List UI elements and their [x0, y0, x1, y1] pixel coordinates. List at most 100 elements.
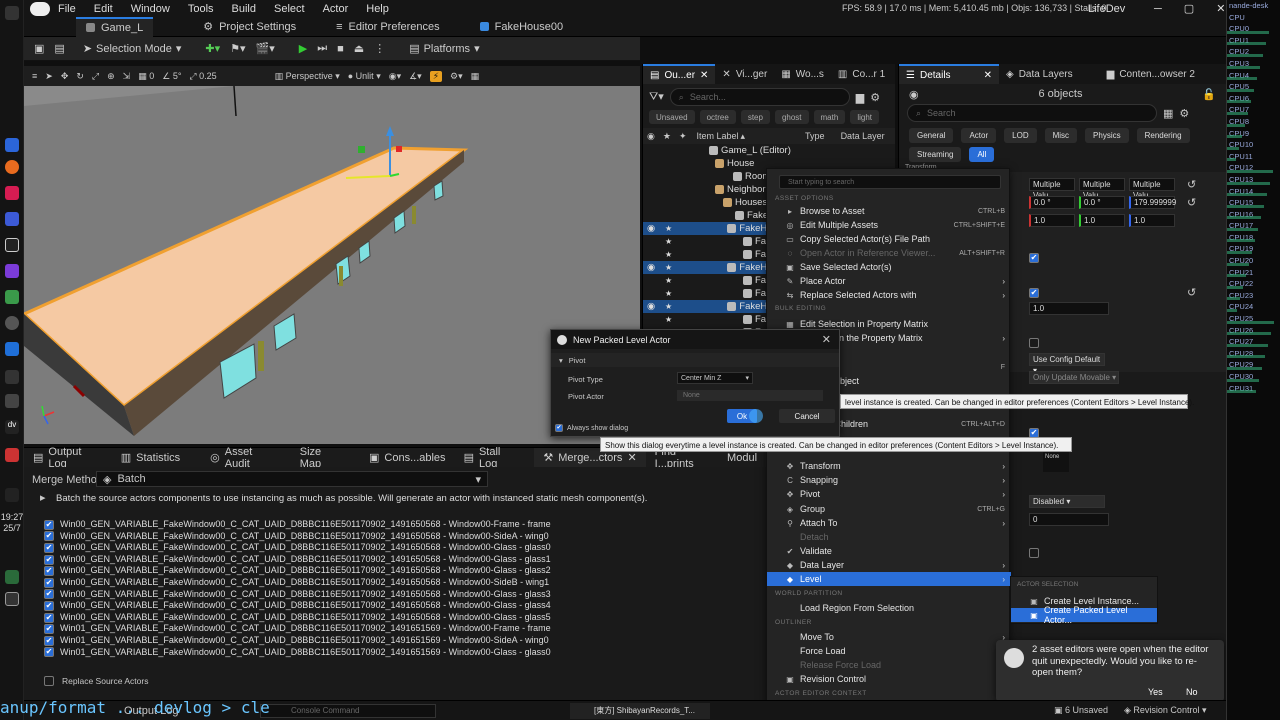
filter-chip[interactable]: ghost	[774, 110, 809, 124]
revision-control[interactable]: ◈ Revision Control ▾	[1124, 705, 1206, 716]
replace-source-actors[interactable]: Replace Source Actors	[44, 676, 148, 686]
tab-editor-preferences[interactable]: ≡ Editor Preferences	[326, 17, 450, 37]
lock-icon[interactable]: 🔓	[1202, 88, 1216, 101]
save-icon[interactable]: ▣	[34, 42, 44, 55]
view-mode-dropdown[interactable]: ● Unlit ▾	[348, 71, 381, 82]
rotation-z[interactable]: 179.999999	[1129, 196, 1176, 209]
list-item[interactable]: ✔ Win01_GEN_VARIABLE_FakeWindow00_C_CAT_U…	[44, 647, 744, 659]
tab-game-l[interactable]: Game_L	[76, 16, 154, 37]
tab-statistics[interactable]: ▥ Statistics	[112, 448, 189, 468]
category-physics[interactable]: Physics	[1085, 128, 1129, 143]
item-checkbox[interactable]: ✔	[44, 600, 54, 611]
taskbar-media-app[interactable]: [東方] ShibayanRecords_T...	[570, 703, 710, 719]
config-dropdown[interactable]: Use Config Default ▾	[1029, 353, 1105, 375]
world-icon[interactable]: ⊕	[107, 71, 115, 82]
firefox-icon[interactable]	[5, 160, 19, 174]
more-icon[interactable]: ⋮	[374, 42, 385, 55]
category-streaming[interactable]: Streaming	[909, 147, 962, 162]
grid-snap[interactable]: ▦ 0	[138, 71, 154, 82]
tab-size-map[interactable]: Size Map	[291, 446, 348, 470]
always-show-checkbox[interactable]: ✔	[555, 424, 563, 432]
selection-mode-dropdown[interactable]: ➤ Selection Mode ▾	[83, 42, 182, 56]
level-viewport[interactable]	[24, 86, 640, 444]
item-label-header[interactable]: Item Label	[696, 131, 738, 141]
reset-icon[interactable]: ↺	[1187, 196, 1196, 209]
list-item[interactable]: ✔ Win01_GEN_VARIABLE_FakeWindow00_C_CAT_U…	[44, 623, 744, 635]
add-actor-button[interactable]: ✚▾	[205, 42, 220, 55]
location-z[interactable]: Multiple Valu	[1129, 178, 1175, 200]
grid-view-icon[interactable]: ▦	[1163, 107, 1173, 120]
menu-edit[interactable]: Edit	[94, 3, 113, 15]
menu-select[interactable]: Select	[274, 3, 305, 15]
menu-file[interactable]: File	[58, 3, 76, 15]
maximize-icon[interactable]: ▢	[1184, 2, 1194, 15]
value-field[interactable]: 0	[1029, 513, 1109, 526]
location-x[interactable]: Multiple Valu	[1029, 178, 1075, 200]
menu-item-group[interactable]: ◈ Group CTRL+G	[767, 502, 1011, 516]
rotation-y[interactable]: 0.0 °	[1079, 196, 1125, 209]
item-checkbox[interactable]: ✔	[44, 519, 54, 530]
filter-icon[interactable]: ⛛▾	[649, 90, 664, 104]
list-item[interactable]: ✔ Win00_GEN_VARIABLE_FakeWindow00_C_CAT_U…	[44, 577, 744, 589]
app-icon[interactable]	[5, 370, 19, 384]
play-icon[interactable]: ▶	[299, 42, 307, 55]
checkbox[interactable]: ✔	[1029, 251, 1039, 263]
yes-button[interactable]: Yes	[1140, 685, 1171, 699]
category-lod[interactable]: LOD	[1004, 128, 1037, 143]
list-item[interactable]: ✔ Win01_GEN_VARIABLE_FakeWindow00_C_CAT_U…	[44, 635, 744, 647]
tab-world[interactable]: ▦ Wo...s	[774, 64, 831, 84]
star-icon[interactable]: ★	[665, 237, 672, 246]
cinematics-button[interactable]: 🎬▾	[256, 42, 275, 55]
tab-content-browser[interactable]: ▆ Conten...owser 2	[1100, 64, 1202, 84]
close-icon[interactable]: ✕	[700, 70, 708, 81]
item-checkbox[interactable]: ✔	[44, 624, 54, 635]
explorer-icon[interactable]	[5, 138, 19, 152]
show-icon[interactable]: ◉▾	[389, 71, 401, 82]
reset-icon[interactable]: ↺	[1187, 178, 1196, 191]
menu-item-copy-selected-actor-s-file-path[interactable]: ▭ Copy Selected Actor(s) File Path	[767, 232, 1011, 246]
tab-fakehouse[interactable]: FakeHouse00	[470, 17, 574, 37]
category-actor[interactable]: Actor	[961, 128, 997, 143]
menu-item-browse-to-asset[interactable]: ▸ Browse to Asset CTRL+B	[767, 204, 1011, 218]
platforms-dropdown[interactable]: ▤ Platforms ▾	[409, 42, 479, 56]
app-icon[interactable]	[5, 448, 19, 462]
close-icon[interactable]: ✕	[822, 333, 831, 346]
no-button[interactable]: No	[1178, 685, 1206, 699]
item-checkbox[interactable]: ✔	[44, 566, 54, 577]
layout-icon[interactable]: ▦	[471, 71, 480, 82]
context-search[interactable]: Start typing to search	[779, 175, 1001, 189]
minimize-icon[interactable]: ─	[1154, 3, 1162, 15]
menu-item-attach-to[interactable]: ⚲ Attach To ›	[767, 516, 1011, 530]
disabled-dropdown[interactable]: Disabled ▾	[1029, 495, 1105, 508]
category-general[interactable]: General	[909, 128, 954, 143]
close-icon[interactable]: ✕	[984, 70, 992, 81]
menu-item-validate[interactable]: ✔ Validate	[767, 544, 1011, 558]
app-icon[interactable]	[5, 212, 19, 226]
pivot-actor-field[interactable]: None	[677, 390, 823, 401]
settings-icon[interactable]: ⚙	[1179, 107, 1189, 120]
list-item[interactable]: ✔ Win00_GEN_VARIABLE_FakeWindow00_C_CAT_U…	[44, 600, 744, 612]
asset-thumbnail[interactable]: None	[1043, 452, 1069, 472]
item-checkbox[interactable]: ✔	[44, 647, 54, 658]
stop-icon[interactable]: ■	[337, 43, 344, 55]
tree-row[interactable]: Game_L (Editor)	[643, 144, 895, 157]
checkbox[interactable]: ✔	[1029, 286, 1039, 298]
menu-item-save-selected-actor-s[interactable]: ▣ Save Selected Actor(s)	[767, 260, 1011, 274]
filter-chip[interactable]: Unsaved	[649, 110, 695, 124]
reset-icon[interactable]: ↺	[1187, 286, 1196, 299]
menu-item-move-to[interactable]: Move To ›	[767, 630, 1011, 644]
item-checkbox[interactable]: ✔	[44, 554, 54, 565]
menu-tools[interactable]: Tools	[188, 3, 214, 15]
item-checkbox[interactable]: ✔	[44, 635, 54, 646]
tab-details[interactable]: ☰ Details ✕	[899, 64, 999, 84]
filter-chip[interactable]: math	[813, 110, 846, 124]
tab-stall-log[interactable]: ▤ Stall Log	[455, 446, 523, 470]
menu-item-force-load[interactable]: Force Load	[767, 644, 1011, 658]
checkbox[interactable]	[1029, 338, 1039, 351]
menu-item-snapping[interactable]: C Snapping ›	[767, 473, 1011, 487]
dvo-icon[interactable]: dv	[5, 420, 19, 434]
data-layer-header[interactable]: Data Layer	[841, 131, 885, 141]
scale-z[interactable]: 1.0	[1129, 214, 1175, 227]
create-packed-level-actor[interactable]: ▣ Create Packed Level Actor...	[1011, 605, 1157, 625]
filter-chip[interactable]: light	[850, 110, 879, 124]
